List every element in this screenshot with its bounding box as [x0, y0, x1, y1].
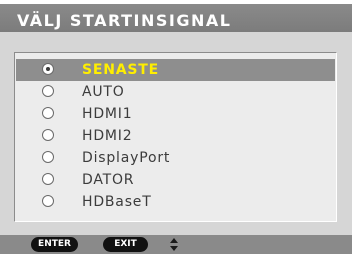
footer-bar: ENTER EXIT: [0, 235, 352, 254]
option-hdmi1[interactable]: HDMI1: [16, 103, 335, 125]
option-label: HDMI2: [82, 128, 133, 144]
option-list: SENASTE AUTO HDMI1 HDMI2 DisplayPort DAT: [14, 52, 337, 222]
radio-icon[interactable]: [42, 63, 54, 75]
option-displayport[interactable]: DisplayPort: [16, 147, 335, 169]
option-label: DATOR: [82, 172, 135, 188]
option-label: HDMI1: [82, 106, 133, 122]
option-label: DisplayPort: [82, 150, 171, 166]
startup-source-dialog: VÄLJ STARTINSIGNAL SENASTE AUTO HDMI1 HD…: [0, 0, 352, 265]
exit-button[interactable]: EXIT: [103, 237, 148, 252]
radio-icon[interactable]: [42, 151, 54, 163]
title-bar: VÄLJ STARTINSIGNAL: [0, 4, 352, 32]
option-label: AUTO: [82, 84, 125, 100]
option-label: HDBaseT: [82, 194, 152, 210]
radio-selected-dot-icon: [46, 67, 50, 71]
option-label: SENASTE: [82, 62, 159, 78]
option-hdmi2[interactable]: HDMI2: [16, 125, 335, 147]
radio-icon[interactable]: [42, 173, 54, 185]
radio-icon[interactable]: [42, 85, 54, 97]
dialog-title: VÄLJ STARTINSIGNAL: [17, 11, 232, 30]
up-down-arrow-icon: [170, 238, 178, 251]
option-senaste[interactable]: SENASTE: [16, 59, 335, 81]
radio-icon[interactable]: [42, 195, 54, 207]
option-hdbaset[interactable]: HDBaseT: [16, 191, 335, 213]
radio-icon[interactable]: [42, 107, 54, 119]
option-dator[interactable]: DATOR: [16, 169, 335, 191]
option-auto[interactable]: AUTO: [16, 81, 335, 103]
menu-panel: SENASTE AUTO HDMI1 HDMI2 DisplayPort DAT: [0, 32, 352, 235]
enter-button[interactable]: ENTER: [31, 237, 78, 252]
radio-icon[interactable]: [42, 129, 54, 141]
